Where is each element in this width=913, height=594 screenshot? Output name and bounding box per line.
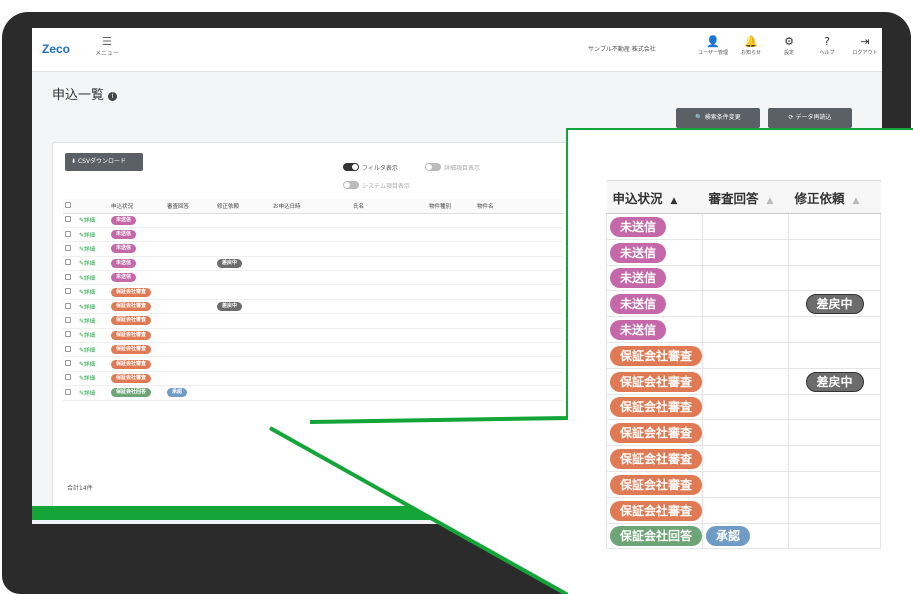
sort-icon: ▲ [852,195,860,206]
status-badge: 未送信 [610,268,667,289]
zoom-table-row: 未送信 [605,239,882,266]
zoom-table-row: 保証会社審査 [605,419,882,447]
status-badge: 保証会社審査 [610,371,703,392]
zoom-col-status[interactable]: 申込状況 ▲ [606,180,703,214]
zoom-table-row: 未送信 [605,316,882,343]
fix-badge: 差戻中 [805,294,864,315]
zoom-table-row: 未送信 差戻中 [605,290,882,318]
status-badge: 保証会社審査 [610,500,703,521]
sort-asc-icon: ▲ [670,195,678,206]
review-badge: 承認 [706,526,751,547]
zoom-table-row: 保証会社審査 差戻中 [605,368,882,395]
zoom-table-row: 保証会社審査 [605,497,882,524]
zoom-status-table: 申込状況 ▲ 審査回答 ▲ 修正依頼 ▲ 未送信 未送信 未送信 未送信 差戻中 未送信 保証会社… [605,180,882,550]
status-badge: 未送信 [610,320,667,341]
status-badge: 未送信 [610,242,667,263]
status-badge: 未送信 [610,216,667,237]
fix-badge: 差戻中 [805,371,864,392]
zoom-table-row: 保証会社審査 [605,471,882,498]
zoom-table-row: 保証会社審査 [605,394,882,421]
zoom-table-row: 保証会社審査 [605,342,882,369]
status-badge: 未送信 [610,294,667,315]
status-badge: 保証会社審査 [610,474,703,495]
zoom-col-fix[interactable]: 修正依頼 ▲ [788,180,881,214]
zoom-panel: 申込状況 ▲ 審査回答 ▲ 修正依頼 ▲ 未送信 未送信 未送信 未送信 差戻中 未送信 保証会社… [568,130,913,594]
status-badge: 保証会社回答 [610,526,703,547]
zoom-table-row: 未送信 [605,213,882,240]
status-badge: 保証会社審査 [610,345,703,366]
status-badge: 保証会社審査 [610,423,703,444]
zoom-table-row: 保証会社審査 [605,445,882,472]
zoom-col-review[interactable]: 審査回答 ▲ [702,180,789,214]
status-badge: 保証会社審査 [610,449,703,470]
status-badge: 保証会社審査 [610,397,703,418]
zoom-table-row: 未送信 [605,265,882,292]
sort-icon: ▲ [766,195,774,206]
zoom-table-row: 保証会社回答 承認 [605,523,882,550]
